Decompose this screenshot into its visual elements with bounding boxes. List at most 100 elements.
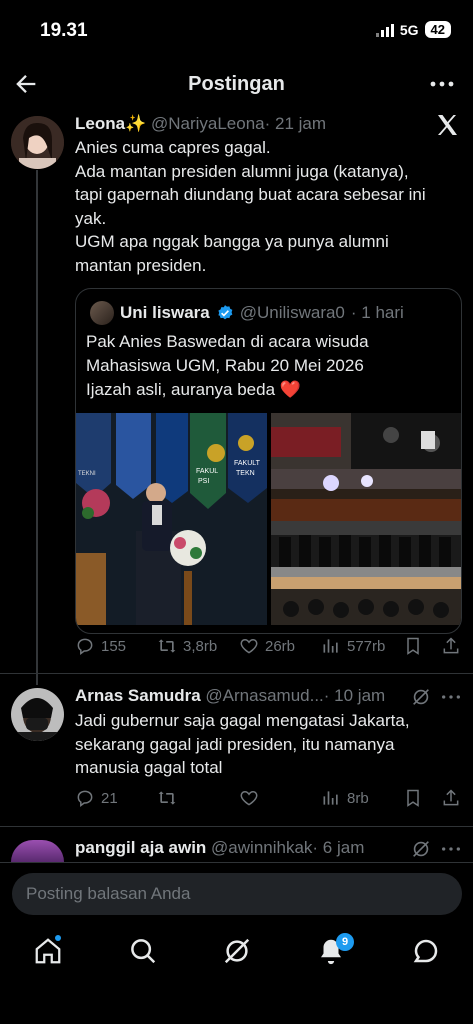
reply-time: · 6 jam — [312, 838, 365, 857]
repost-icon — [158, 639, 176, 653]
share-button[interactable] — [441, 788, 461, 808]
grid-photo-4 — [271, 577, 461, 625]
bookmark-icon — [407, 789, 419, 807]
like-button[interactable]: 26rb — [239, 636, 295, 656]
search-icon[interactable] — [128, 936, 158, 966]
like-button[interactable] — [239, 788, 259, 808]
banner-text: FAKUL — [196, 468, 218, 475]
signal-icon — [375, 23, 394, 37]
grok-icon[interactable] — [410, 686, 432, 708]
main-post-text: Anies cuma capres gagal. Ada mantan pres… — [75, 136, 426, 277]
notifications-badge: 9 — [336, 933, 354, 951]
grok-x-icon[interactable] — [435, 112, 459, 138]
bottom-navigation: 9 — [0, 922, 473, 982]
divider — [0, 673, 473, 674]
reply-button[interactable]: 21 — [75, 788, 118, 808]
home-notification-dot — [55, 935, 61, 941]
graduation-speech-photo: FAKULT TEKN FAKUL PSI TEKNI — [76, 413, 267, 625]
post-line: yak. — [75, 208, 107, 228]
grid-photo-3 — [271, 521, 461, 577]
repost-button[interactable] — [157, 788, 177, 808]
heart-icon — [240, 790, 258, 806]
reply-input[interactable]: Posting balasan Anda — [12, 873, 462, 915]
quote-text: Pak Anies Baswedan di acara wisuda Mahas… — [86, 330, 369, 402]
banner-text: PSI — [198, 478, 209, 485]
post-line: tapi gapernah diundang buat acara sebesa… — [75, 185, 426, 204]
bookmark-button[interactable] — [403, 788, 423, 808]
ceremony-photo-3 — [271, 521, 461, 577]
quote-image-grid[interactable] — [271, 413, 461, 625]
views-count: 8rb — [347, 789, 369, 807]
more-options-icon[interactable] — [440, 686, 462, 708]
reply-header: panggil aja awin @awinnihkak· 6 jam — [75, 838, 364, 858]
bookmark-icon — [407, 637, 419, 655]
quote-image-main[interactable]: FAKULT TEKN FAKUL PSI TEKNI — [76, 413, 267, 625]
quote-header: Uni liswara @Uniliswara0 · 1 hari — [90, 301, 404, 325]
views-button[interactable]: 8rb — [321, 788, 369, 808]
battery-icon: 42 — [424, 21, 451, 38]
page-title: Postingan — [188, 73, 285, 95]
status-indicators: 5G 42 — [375, 21, 451, 38]
reply-text: Jadi gubernur saja gagal mengatasi Jakar… — [75, 709, 410, 780]
divider — [0, 826, 473, 827]
post-line: UGM apa nggak bangga ya punya alumni — [75, 232, 389, 251]
repost-icon — [158, 791, 176, 805]
grid-photo-2 — [271, 469, 461, 521]
reply-line: manusia gagal total — [75, 758, 223, 777]
avatar[interactable] — [11, 688, 64, 741]
reply-author-handle[interactable]: @Arnasamud... — [205, 686, 323, 705]
avatar-leona — [11, 116, 64, 169]
reply-icon — [77, 638, 93, 655]
quote-author-name: Uni liswara — [120, 303, 210, 322]
author-handle[interactable]: @NariyaLeona — [151, 114, 265, 133]
repost-count: 3,8rb — [183, 637, 218, 655]
reply-author-name[interactable]: Arnas Samudra — [75, 686, 201, 705]
reply-author-name[interactable]: panggil aja awin — [75, 838, 206, 857]
reply-button[interactable]: 155 — [75, 636, 126, 656]
repost-button[interactable]: 3,8rb — [157, 636, 217, 656]
grid-photo-1 — [271, 413, 461, 469]
messages-icon[interactable] — [411, 936, 441, 966]
reply-bar: Posting balasan Anda — [0, 862, 473, 922]
ceremony-photo-4 — [271, 577, 461, 625]
avatar[interactable] — [11, 116, 64, 169]
reply-count: 155 — [101, 637, 127, 655]
avatar-arnas — [11, 688, 64, 741]
network-label: 5G — [399, 21, 419, 38]
ceremony-photo-2 — [271, 469, 461, 521]
grok-icon[interactable] — [410, 838, 432, 860]
top-header: Postingan — [0, 62, 473, 108]
bookmark-button[interactable] — [403, 636, 423, 656]
quote-line: Pak Anies Baswedan di acara wisuda — [86, 332, 369, 351]
more-options-icon[interactable] — [429, 72, 455, 96]
reply-line: Jadi gubernur saja gagal mengatasi Jakar… — [75, 711, 410, 730]
grok-icon[interactable] — [222, 936, 252, 966]
quote-avatar — [90, 301, 114, 325]
reply-time: · 10 jam — [323, 686, 386, 705]
quote-line: Ijazah asli, auranya beda ❤️ — [86, 380, 301, 399]
post-line: Ada mantan presiden alumni juga (katanya… — [75, 161, 409, 181]
ceremony-photo-1 — [271, 413, 461, 469]
share-button[interactable] — [441, 636, 461, 656]
reply-actions: 21 8rb — [75, 788, 465, 810]
banner-text: TEKN — [236, 470, 255, 477]
more-options-icon[interactable] — [440, 838, 462, 860]
verified-badge-icon — [218, 305, 233, 320]
author-name[interactable]: Leona✨ — [75, 114, 146, 133]
banner-text: TEKNI — [78, 471, 96, 477]
quote-time: · 1 hari — [350, 303, 404, 322]
views-count: 577rb — [347, 637, 386, 655]
reply-author-handle[interactable]: @awinnihkak — [211, 838, 312, 857]
views-chart-icon — [323, 639, 338, 653]
main-post-actions: 155 3,8rb 26rb 577rb — [75, 636, 465, 658]
main-post-header: Leona✨ @NariyaLeona· 21 jam — [75, 114, 326, 134]
views-button[interactable]: 577rb — [321, 636, 385, 656]
post-time: · 21 jam — [264, 114, 327, 133]
quote-author-handle: @Uniliswara0 — [239, 303, 345, 322]
status-bar: 19.31 5G 42 — [0, 0, 473, 60]
quote-line: Mahasiswa UGM, Rabu 20 Mei 2026 — [86, 356, 364, 375]
avatar[interactable] — [11, 840, 64, 862]
quoted-post[interactable]: Uni liswara @Uniliswara0 · 1 hari Pak Ani… — [75, 288, 462, 634]
banner-text: FAKULT — [234, 460, 261, 467]
reply-header: Arnas Samudra @Arnasamud...· 10 jam — [75, 686, 385, 706]
